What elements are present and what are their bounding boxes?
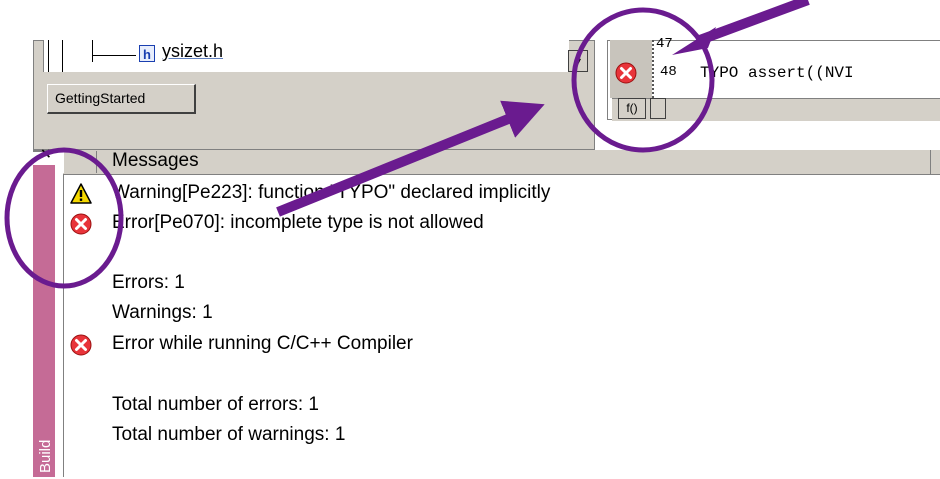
annotation-arrow (276, 100, 545, 217)
annotation-circle (571, 7, 715, 153)
annotation-circle (4, 147, 124, 289)
annotation-arrow (698, 0, 810, 45)
annotation-overlay (4, 0, 810, 289)
